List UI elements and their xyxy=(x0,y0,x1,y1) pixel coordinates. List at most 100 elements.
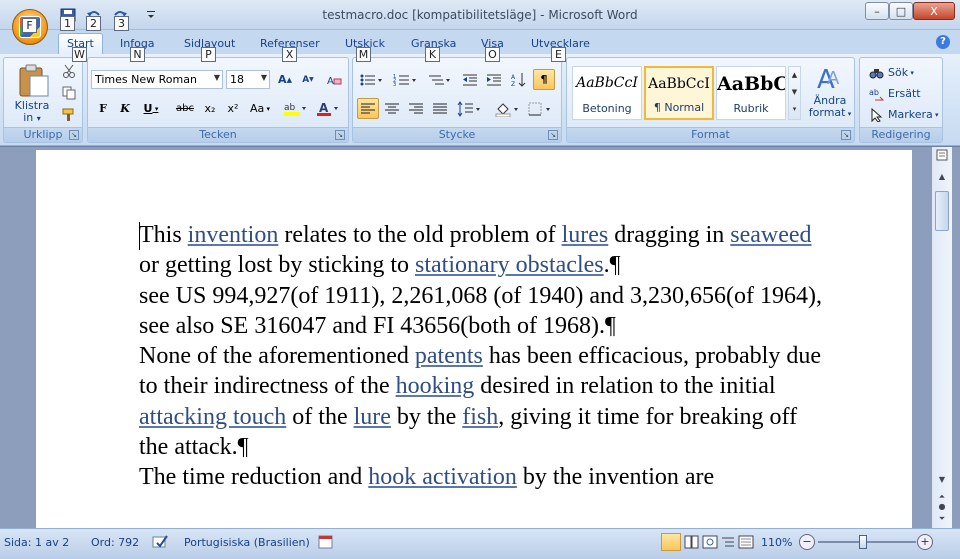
dialog-launcher-icon[interactable]: ↘ xyxy=(841,130,851,140)
view-full-screen-icon[interactable] xyxy=(684,535,700,552)
document-body[interactable]: This invention relates to the old proble… xyxy=(139,220,829,493)
paste-icon xyxy=(19,64,49,97)
cut-icon[interactable] xyxy=(62,64,76,81)
help-icon[interactable]: ? xyxy=(936,35,950,49)
text-cursor xyxy=(139,222,140,250)
hyperlink[interactable]: patents xyxy=(415,343,483,369)
svg-text:A: A xyxy=(511,74,516,81)
shading-button[interactable] xyxy=(493,98,523,119)
zoom-in-icon[interactable]: + xyxy=(917,534,933,550)
align-center-button[interactable] xyxy=(381,98,403,119)
font-name-combo[interactable]: Times New Roman ▼ xyxy=(91,70,223,89)
font-size-combo[interactable]: 18 ▼ xyxy=(226,70,270,89)
superscript-button[interactable]: x² xyxy=(222,98,244,119)
zoom-slider[interactable] xyxy=(818,541,916,543)
hyperlink[interactable]: stationary obstacles xyxy=(415,252,604,278)
sort-button[interactable]: AZ xyxy=(508,69,530,90)
keytip: 1 xyxy=(60,16,75,31)
multilevel-list-button[interactable] xyxy=(425,69,455,90)
cursor-arrow-icon xyxy=(871,107,883,122)
macro-record-icon[interactable] xyxy=(318,534,334,553)
bold-button[interactable]: F xyxy=(93,98,113,119)
more-icon[interactable]: ▾ xyxy=(789,101,800,118)
maximize-button[interactable]: □ xyxy=(889,2,913,20)
shrink-font-button[interactable]: A ▼ xyxy=(297,69,319,90)
zoom-slider-thumb[interactable] xyxy=(859,535,867,549)
bullets-button[interactable] xyxy=(357,69,387,90)
text-run: relates to the old problem of xyxy=(278,222,562,248)
italic-button[interactable]: K xyxy=(115,98,135,119)
dialog-launcher-icon[interactable]: ↘ xyxy=(335,130,345,140)
document-paragraph[interactable]: None of the aforementioned patents has b… xyxy=(139,341,829,462)
replace-button[interactable]: ab Ersätt xyxy=(864,83,940,104)
change-case-button[interactable]: Aa ▾ xyxy=(246,98,274,119)
dialog-launcher-icon[interactable]: ↘ xyxy=(548,130,558,140)
word-count[interactable]: Ord: 792 xyxy=(91,536,139,549)
align-right-button[interactable] xyxy=(405,98,427,119)
group-label-styles: Format xyxy=(567,127,854,142)
hyperlink[interactable]: invention xyxy=(188,222,279,248)
clear-formatting-button[interactable]: A xyxy=(323,69,345,90)
close-button[interactable]: X xyxy=(913,2,955,20)
format-painter-icon[interactable] xyxy=(62,108,76,125)
hyperlink[interactable]: lures xyxy=(562,222,609,248)
hyperlink[interactable]: hooking xyxy=(396,373,475,399)
zoom-out-icon[interactable]: − xyxy=(799,534,815,550)
strikethrough-button[interactable]: abc xyxy=(172,98,198,119)
hyperlink[interactable]: lure xyxy=(354,404,391,430)
view-print-layout-icon[interactable] xyxy=(661,533,681,551)
title-bar: 1 2 3 testmacro.doc [kompatibilitetsläge… xyxy=(0,0,960,31)
hyperlink[interactable]: seaweed xyxy=(730,222,811,248)
justify-button[interactable] xyxy=(429,98,451,119)
style-normal[interactable]: AaBbCcI ¶ Normal xyxy=(644,66,714,120)
scroll-thumb[interactable] xyxy=(935,191,949,231)
numbering-button[interactable]: 123 xyxy=(391,69,421,90)
font-color-button[interactable]: A xyxy=(313,98,343,119)
dialog-launcher-icon[interactable]: ↘ xyxy=(69,130,79,140)
select-button[interactable]: Markera ▾ xyxy=(864,104,940,125)
borders-button[interactable] xyxy=(525,98,555,119)
decrease-indent-button[interactable] xyxy=(459,69,481,90)
change-styles-button[interactable]: A A Ändra format ▾ xyxy=(807,62,853,126)
hyperlink[interactable]: attacking touch xyxy=(139,404,286,430)
chevron-up-icon[interactable]: ▲ xyxy=(789,67,800,84)
zoom-level[interactable]: 110% xyxy=(761,536,792,549)
subscript-button[interactable]: x₂ xyxy=(199,98,221,119)
proofing-icon[interactable] xyxy=(152,534,170,553)
copy-icon[interactable] xyxy=(62,86,76,103)
next-page-icon[interactable]: ⏷ xyxy=(934,511,950,527)
scroll-up-icon[interactable]: ▲ xyxy=(934,169,950,185)
svg-text:ab: ab xyxy=(869,88,879,97)
style-rubrik[interactable]: AaBbC Rubrik xyxy=(716,66,786,120)
chevron-down-icon[interactable]: ▼ xyxy=(789,84,800,101)
document-paragraph[interactable]: This invention relates to the old proble… xyxy=(139,220,829,281)
scroll-down-icon[interactable]: ▼ xyxy=(934,472,950,488)
underline-label: U xyxy=(143,102,153,115)
styles-gallery-scroll[interactable]: ▲ ▼ ▾ xyxy=(788,66,801,120)
view-web-layout-icon[interactable] xyxy=(702,535,718,552)
line-spacing-button[interactable] xyxy=(455,98,485,119)
document-paragraph[interactable]: The time reduction and hook activation b… xyxy=(139,462,829,492)
grow-font-button[interactable]: A ▲ xyxy=(274,69,296,90)
increase-indent-button[interactable] xyxy=(483,69,505,90)
document-paragraph[interactable]: see US 994,927(of 1911), 2,261,068 (of 1… xyxy=(139,281,829,342)
find-button[interactable]: Sök ▾ xyxy=(864,62,940,83)
align-left-button[interactable] xyxy=(357,98,379,119)
view-ruler-icon[interactable] xyxy=(934,149,950,165)
page-indicator[interactable]: Sida: 1 av 2 xyxy=(4,536,69,549)
minimize-button[interactable]: – xyxy=(865,2,889,20)
style-betoning[interactable]: AaBbCcI Betoning xyxy=(572,66,642,120)
vertical-scrollbar[interactable]: ▲ ▼ ⏶ ● ⏷ xyxy=(932,147,952,528)
show-formatting-marks-button[interactable]: ¶ xyxy=(533,69,555,90)
svg-text:Z: Z xyxy=(511,81,515,88)
highlight-button[interactable]: ab xyxy=(280,98,310,119)
document-page[interactable]: This invention relates to the old proble… xyxy=(36,150,912,528)
view-draft-icon[interactable] xyxy=(738,535,754,552)
language-indicator[interactable]: Portugisiska (Brasilien) xyxy=(184,536,310,549)
status-bar: Sida: 1 av 2 Ord: 792 Portugisiska (Bras… xyxy=(0,528,960,559)
view-outline-icon[interactable] xyxy=(720,535,736,552)
paste-button[interactable]: Klistra in ▾ xyxy=(12,62,52,126)
underline-button[interactable]: U ▾ xyxy=(137,98,165,119)
hyperlink[interactable]: fish xyxy=(462,404,498,430)
hyperlink[interactable]: hook activation xyxy=(368,464,517,490)
